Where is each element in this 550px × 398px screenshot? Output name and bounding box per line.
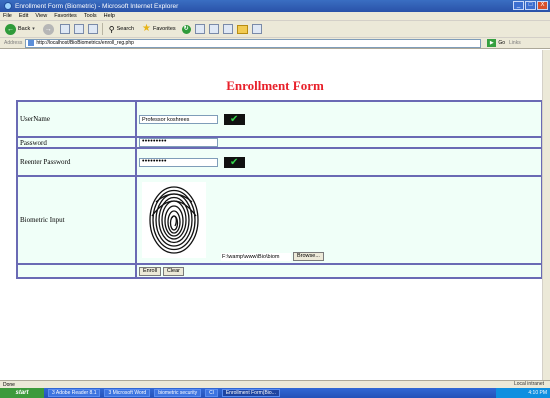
- clear-button[interactable]: Clear: [162, 266, 184, 276]
- file-path-input[interactable]: F:\wamp\www\Bio\biom: [221, 252, 291, 261]
- star-icon: ★: [142, 23, 152, 34]
- table-row: Enroll Clear: [16, 263, 543, 279]
- taskbar-item[interactable]: Cl: [205, 389, 218, 397]
- zone-label: Local intranet: [513, 381, 544, 387]
- table-row: UserName Professor koshrees ✔: [16, 100, 543, 138]
- search-label: Search: [116, 26, 135, 32]
- address-bar: Address http://localhost/BioBiometrics/e…: [0, 38, 550, 49]
- status-text: Done: [3, 381, 15, 388]
- page-viewport: Enrollment Form UserName Professor koshr…: [0, 50, 550, 380]
- table-row: Password •••••••••: [16, 136, 543, 149]
- history-icon[interactable]: ↻: [181, 24, 191, 34]
- chevron-down-icon: ▾: [32, 26, 35, 32]
- status-bar: Done Local intranet: [0, 380, 550, 388]
- print-icon[interactable]: [208, 24, 219, 34]
- menu-view[interactable]: View: [35, 13, 47, 19]
- password-input[interactable]: •••••••••: [139, 138, 218, 147]
- address-input[interactable]: http://localhost/BioBiometrics/enroll_re…: [25, 38, 482, 48]
- vertical-scrollbar[interactable]: [542, 50, 550, 380]
- toolbar-divider: [101, 23, 103, 35]
- back-arrow-icon: ←: [5, 23, 16, 35]
- forward-button[interactable]: →: [41, 23, 56, 36]
- ie-logo-icon: [4, 2, 12, 10]
- address-label: Address: [4, 40, 23, 46]
- window-titlebar: Enrollment Form (Biometric) - Microsoft …: [0, 0, 550, 12]
- taskbar-item[interactable]: 3 Microsoft Word: [104, 389, 151, 397]
- browse-button[interactable]: Browse...: [293, 252, 324, 261]
- home-icon[interactable]: [87, 24, 98, 34]
- close-button[interactable]: X: [537, 1, 548, 10]
- minimize-button[interactable]: _: [513, 1, 524, 10]
- username-input[interactable]: Professor koshrees: [139, 114, 218, 124]
- favorites-button[interactable]: ★ Favorites: [140, 23, 178, 36]
- page-icon: [28, 40, 35, 46]
- reenter-password-input[interactable]: •••••••••: [139, 157, 218, 167]
- menu-edit[interactable]: Edit: [19, 13, 28, 19]
- search-button[interactable]: ⚲ Search: [107, 23, 136, 36]
- back-label: Back: [18, 26, 31, 32]
- taskbar-item[interactable]: 3 Adobe Reader 8.1: [48, 389, 101, 397]
- windows-taskbar: start 3 Adobe Reader 8.1 3 Microsoft Wor…: [0, 388, 550, 398]
- system-tray: 4:10 PM: [496, 388, 550, 398]
- address-url: http://localhost/BioBiometrics/enroll_re…: [36, 40, 134, 46]
- taskbar-item[interactable]: biometric security: [154, 389, 202, 397]
- window-controls: _ □ X: [513, 1, 548, 10]
- taskbar-item-active[interactable]: Enrollment Form(Bio...: [221, 389, 280, 397]
- links-label[interactable]: Links: [509, 40, 521, 46]
- go-button[interactable]: ▶: [487, 39, 497, 47]
- menu-bar: File Edit View Favorites Tools Help: [0, 12, 550, 21]
- browser-toolbar: ← Back ▾ → ⚲ Search ★ Favorites ↻: [0, 21, 550, 38]
- table-row: Reenter Password ••••••••• ✔: [16, 147, 543, 177]
- stop-icon[interactable]: [59, 24, 70, 34]
- password-cell: •••••••••: [135, 136, 543, 149]
- go-label[interactable]: Go: [498, 40, 505, 46]
- search-icon: ⚲: [108, 24, 115, 34]
- menu-help[interactable]: Help: [104, 13, 115, 19]
- menu-tools[interactable]: Tools: [84, 13, 97, 19]
- biometric-cell: F:\wamp\www\Bio\biom Browse...: [135, 175, 543, 265]
- messenger-icon[interactable]: [251, 24, 262, 34]
- window-title: Enrollment Form (Biometric) - Microsoft …: [15, 2, 179, 10]
- password-label: Password: [16, 136, 137, 149]
- checkmark-icon: ✔: [223, 156, 245, 168]
- page-title: Enrollment Form: [226, 78, 324, 93]
- edit-icon[interactable]: [222, 24, 233, 34]
- menu-file[interactable]: File: [3, 13, 12, 19]
- empty-cell: [16, 263, 137, 279]
- start-button[interactable]: start: [0, 388, 44, 398]
- maximize-button[interactable]: □: [525, 1, 536, 10]
- actions-cell: Enroll Clear: [135, 263, 543, 279]
- file-upload-row: F:\wamp\www\Bio\biom Browse...: [221, 252, 324, 261]
- back-button[interactable]: ← Back ▾: [3, 23, 37, 36]
- username-label: UserName: [16, 100, 137, 138]
- menu-favorites[interactable]: Favorites: [54, 13, 77, 19]
- mail-icon[interactable]: [194, 24, 205, 34]
- biometric-label: Biometric Input: [16, 175, 137, 265]
- folder-icon[interactable]: [236, 24, 248, 34]
- clock: 4:10 PM: [528, 390, 547, 396]
- fingerprint-icon: [149, 186, 199, 254]
- enroll-button[interactable]: Enroll: [139, 266, 162, 276]
- username-cell: Professor koshrees ✔: [135, 100, 543, 138]
- table-row: Biometric Input F:\wamp\www\Bio\biom Bro…: [16, 175, 543, 265]
- checkmark-icon: ✔: [223, 113, 245, 125]
- reenter-password-cell: ••••••••• ✔: [135, 147, 543, 177]
- forward-arrow-icon: →: [42, 23, 54, 35]
- favorites-label: Favorites: [153, 26, 176, 32]
- fingerprint-image: [142, 182, 206, 258]
- refresh-icon[interactable]: [73, 24, 84, 34]
- enrollment-table: UserName Professor koshrees ✔ Password •…: [16, 100, 543, 279]
- reenter-password-label: Reenter Password: [16, 147, 137, 177]
